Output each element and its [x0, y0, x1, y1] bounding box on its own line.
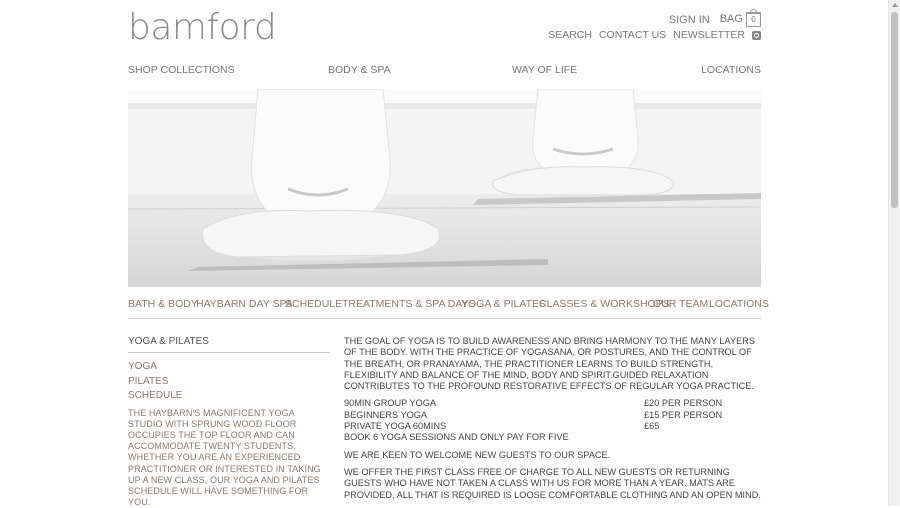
- price-item-value: £20 PER PERSON: [644, 398, 722, 409]
- scrollbar-thumb[interactable]: [891, 12, 898, 208]
- utility-links: SEARCH CONTACT US NEWSLETTER: [548, 29, 761, 41]
- price-item-value: £15 PER PERSON: [644, 410, 722, 421]
- hero-image: [128, 89, 761, 287]
- account-links: SIGN IN BAG 0: [669, 12, 761, 27]
- price-item-name: BEGINNERS YOGA: [344, 410, 644, 421]
- price-row: BEGINNERS YOGA £15 PER PERSON: [344, 410, 761, 421]
- subnav-treatments-spa-days[interactable]: TREATMENTS & SPA DAYS: [342, 298, 476, 310]
- scroll-up-arrow-icon[interactable]: [892, 3, 898, 7]
- newsletter-link[interactable]: NEWSLETTER: [673, 29, 745, 41]
- sign-in-link[interactable]: SIGN IN: [669, 14, 710, 26]
- nav-way-of-life[interactable]: WAY OF LIFE: [512, 64, 577, 76]
- subnav-our-team[interactable]: OUR TEAM: [653, 298, 708, 310]
- subnav-classes-workshops[interactable]: CLASSES & WORKSHOPS: [539, 298, 670, 310]
- yoga-meditation-photo: [128, 89, 761, 287]
- subnav-haybarn-day-spa[interactable]: HAYBARN DAY SPA: [196, 298, 293, 310]
- intro-paragraph: THE GOAL OF YOGA IS TO BUILD AWARENESS A…: [344, 336, 761, 392]
- page-scrollbar[interactable]: [888, 0, 900, 506]
- subnav-yoga-pilates[interactable]: YOGA & PILATES: [461, 298, 546, 310]
- instagram-icon[interactable]: [752, 31, 761, 40]
- sidebar-title: YOGA & PILATES: [128, 336, 330, 353]
- free-class-text: WE OFFER THE FIRST CLASS FREE OF CHARGE …: [344, 467, 761, 501]
- price-list: 90MIN GROUP YOGA £20 PER PERSON BEGINNER…: [344, 398, 761, 443]
- search-link[interactable]: SEARCH: [548, 29, 592, 41]
- price-item-name: 90MIN GROUP YOGA: [344, 398, 644, 409]
- bag-icon: 0: [746, 12, 761, 27]
- subnav-schedule[interactable]: SCHEDULE: [285, 298, 342, 310]
- price-item-name: PRIVATE YOGA 60MINS: [344, 421, 644, 432]
- sidebar-links: YOGA PILATES SCHEDULE: [128, 360, 330, 404]
- sidebar-link-pilates[interactable]: PILATES: [128, 375, 330, 390]
- sidebar: YOGA & PILATES YOGA PILATES SCHEDULE THE…: [128, 336, 330, 508]
- bag-link[interactable]: BAG 0: [720, 12, 761, 27]
- nav-body-spa[interactable]: BODY & SPA: [328, 64, 391, 76]
- section-divider: [128, 318, 761, 319]
- price-row: PRIVATE YOGA 60MINS £65: [344, 421, 761, 432]
- subnav-bath-body[interactable]: BATH & BODY: [128, 298, 198, 310]
- bag-label: BAG: [720, 13, 743, 25]
- sidebar-link-schedule[interactable]: SCHEDULE: [128, 389, 330, 404]
- bamford-logo[interactable]: bamford: [128, 10, 276, 46]
- nav-shop-collections[interactable]: SHOP COLLECTIONS: [128, 64, 235, 76]
- main-content: THE GOAL OF YOGA IS TO BUILD AWARENESS A…: [344, 336, 761, 501]
- contact-link[interactable]: CONTACT US: [599, 29, 666, 41]
- sidebar-link-yoga[interactable]: YOGA: [128, 360, 330, 375]
- subnav-locations[interactable]: LOCATIONS: [709, 298, 769, 310]
- price-row: 90MIN GROUP YOGA £20 PER PERSON: [344, 398, 761, 409]
- price-item-value: £65: [644, 421, 659, 432]
- sidebar-description: THE HAYBARN'S MAGNIFICENT YOGA STUDIO WI…: [128, 408, 330, 508]
- welcome-text: WE ARE KEEN TO WELCOME NEW GUESTS TO OUR…: [344, 450, 761, 461]
- nav-locations[interactable]: LOCATIONS: [701, 64, 761, 76]
- offer-text: BOOK 6 YOGA SESSIONS AND ONLY PAY FOR FI…: [344, 432, 761, 443]
